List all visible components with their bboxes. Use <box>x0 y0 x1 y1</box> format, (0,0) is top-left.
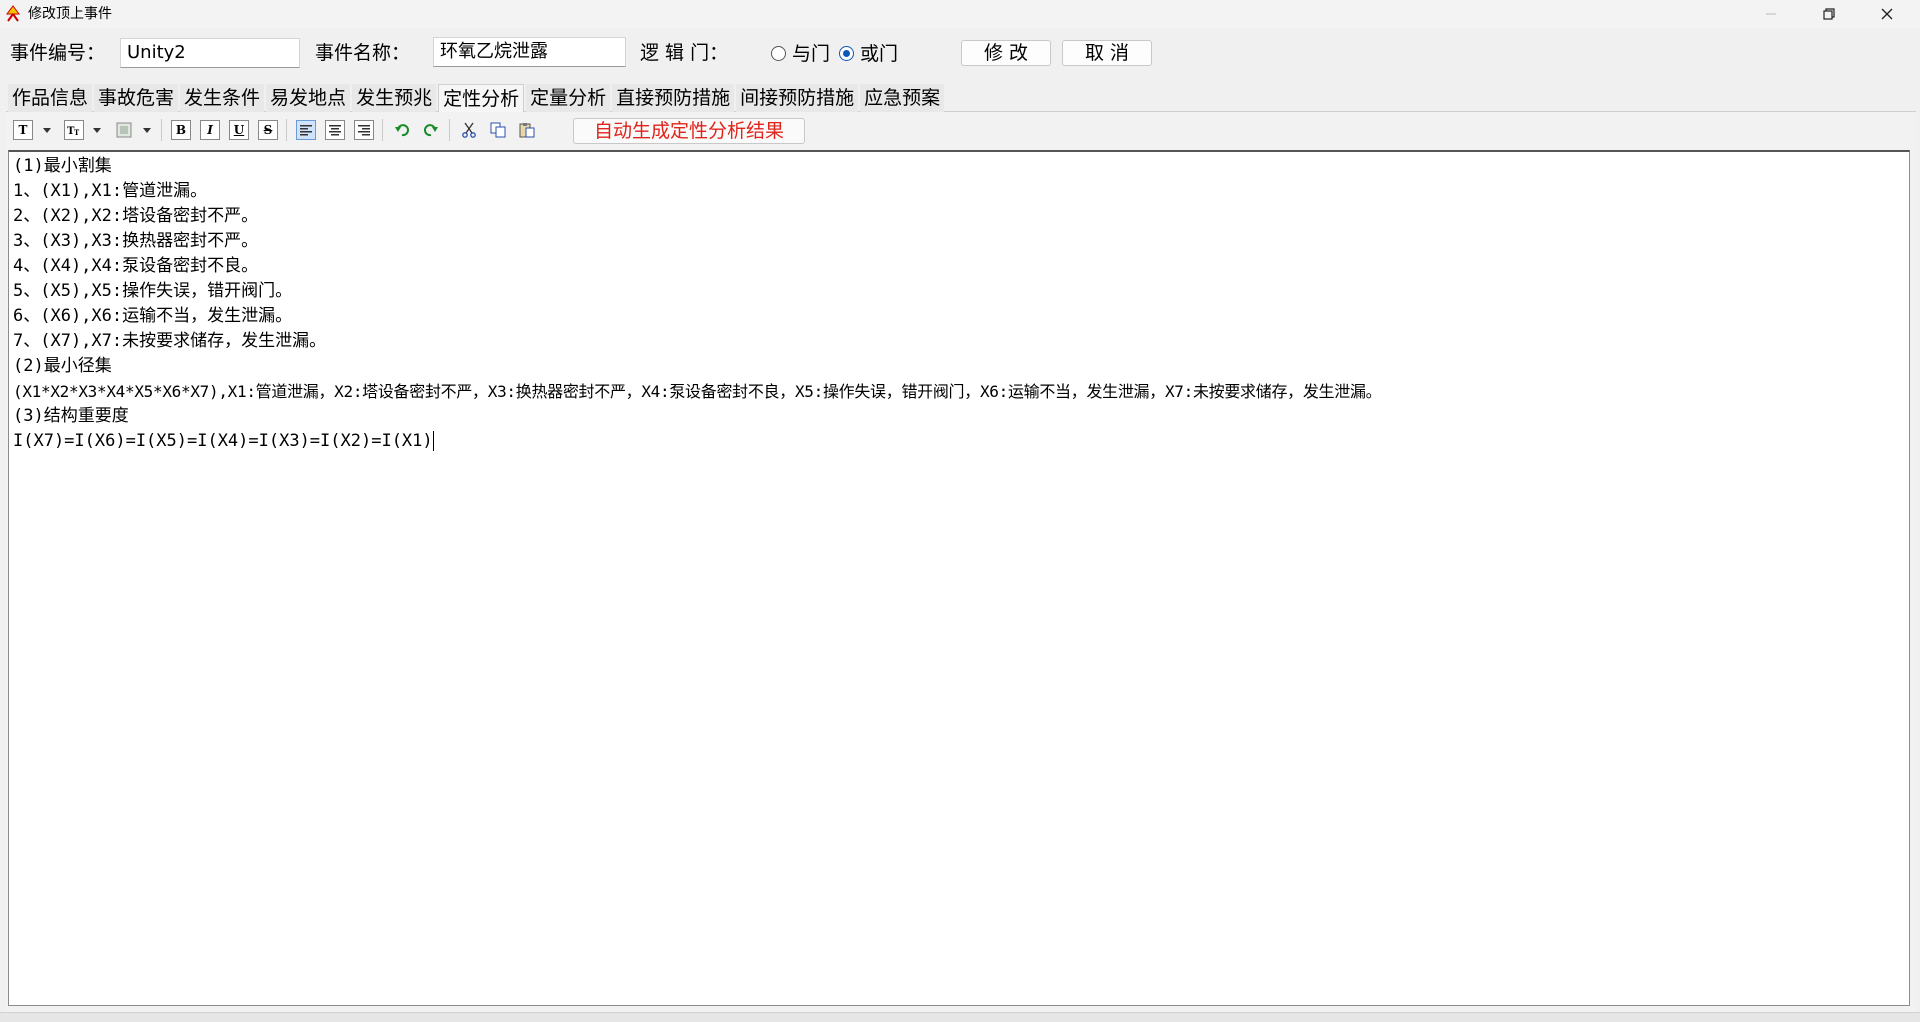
and-gate-label: 与门 <box>792 43 831 65</box>
editor-line-text: I(X7)=I(X6)=I(X5)=I(X4)=I(X3)=I(X2)=I(X1… <box>13 431 433 451</box>
editor-line: (X1*X2*X3*X4*X5*X6*X7),X1:管道泄漏，X2:塔设备密封不… <box>13 382 1382 401</box>
tab-conditions[interactable]: 发生条件 <box>180 84 265 112</box>
close-button[interactable] <box>1858 0 1916 28</box>
editor-line: 6、(X6),X6:运输不当，发生泄漏。 <box>13 306 293 326</box>
align-center-glyph-icon <box>329 125 341 136</box>
tab-warning-signs[interactable]: 发生预兆 <box>352 84 437 112</box>
fault-tree-icon <box>6 5 20 22</box>
tab-qualitative-analysis[interactable]: 定性分析 <box>438 84 525 112</box>
tab-direct-prevention[interactable]: 直接预防措施 <box>612 84 735 112</box>
align-right-icon[interactable] <box>354 120 374 140</box>
tab-locations[interactable]: 易发地点 <box>266 84 351 112</box>
align-center-icon[interactable] <box>325 120 345 140</box>
editor-line: 1、(X1),X1:管道泄漏。 <box>13 181 208 201</box>
svg-text:T: T <box>74 128 80 136</box>
paste-glyph-icon <box>519 123 535 138</box>
editor-line: 7、(X7),X7:未按要求储存，发生泄漏。 <box>13 331 327 351</box>
redo-icon[interactable] <box>421 120 441 140</box>
underline-icon[interactable]: U <box>229 120 249 140</box>
font-dropdown[interactable] <box>40 120 54 140</box>
text-caret <box>432 431 434 451</box>
toolbar-separator <box>382 119 383 141</box>
tab-indirect-prevention[interactable]: 间接预防措施 <box>736 84 859 112</box>
toolbar-separator <box>449 119 450 141</box>
tab-quantitative-analysis[interactable]: 定量分析 <box>526 84 611 112</box>
italic-icon[interactable]: I <box>200 120 220 140</box>
or-gate-label: 或门 <box>860 43 899 65</box>
editor-line: 4、(X4),X4:泵设备密封不良。 <box>13 256 259 276</box>
and-gate-radio[interactable] <box>771 46 786 61</box>
or-gate-radio[interactable] <box>839 46 854 61</box>
bold-icon[interactable]: B <box>171 120 191 140</box>
editor-line: (1)最小割集 <box>13 156 112 176</box>
toolbar-separator <box>286 119 287 141</box>
event-name-label: 事件名称： <box>315 42 411 64</box>
strikethrough-icon[interactable]: S <box>258 120 278 140</box>
editor-line: 3、(X3),X3:换热器密封不严。 <box>13 231 259 251</box>
minimize-icon <box>1766 13 1776 15</box>
editor-line: 2、(X2),X2:塔设备密封不严。 <box>13 206 259 226</box>
cut-glyph-icon <box>462 122 476 138</box>
cancel-button[interactable]: 取 消 <box>1062 40 1152 66</box>
editor-line: 5、(X5),X5:操作失误，错开阀门。 <box>13 281 293 301</box>
modify-button[interactable]: 修 改 <box>961 40 1051 66</box>
editor-last-line: I(X7)=I(X6)=I(X5)=I(X4)=I(X3)=I(X2)=I(X1… <box>13 429 1905 454</box>
editor-line: (3)结构重要度 <box>13 406 129 426</box>
chevron-down-icon <box>143 127 151 133</box>
copy-glyph-icon <box>490 122 506 138</box>
editor-line: (2)最小径集 <box>13 356 112 376</box>
event-id-field[interactable]: Unity2 <box>120 38 300 68</box>
auto-generate-qualitative-button[interactable]: 自动生成定性分析结果 <box>573 118 805 144</box>
highlight-color-dropdown[interactable] <box>140 120 154 140</box>
font-size-glyph-icon: TT <box>67 126 80 136</box>
tab-strip: 作品信息 事故危害 发生条件 易发地点 发生预兆 定性分析 定量分析 直接预防措… <box>8 84 946 112</box>
align-left-glyph-icon <box>300 125 312 136</box>
paste-icon[interactable] <box>517 120 537 140</box>
redo-glyph-icon <box>424 124 438 137</box>
align-left-icon[interactable] <box>296 120 316 140</box>
highlight-color-icon[interactable] <box>114 120 134 140</box>
copy-icon[interactable] <box>488 120 508 140</box>
event-id-label: 事件编号： <box>10 42 106 64</box>
tab-emergency-plan[interactable]: 应急预案 <box>860 84 945 112</box>
chevron-down-icon <box>43 127 51 133</box>
restore-button[interactable] <box>1800 0 1858 28</box>
font-size-icon[interactable]: TT <box>64 120 84 140</box>
title-bar: 修改顶上事件 <box>0 0 1920 28</box>
tab-accident-hazard[interactable]: 事故危害 <box>94 84 179 112</box>
logic-gate-label: 逻 辑 门： <box>640 42 729 64</box>
highlight-color-glyph-icon <box>116 122 132 138</box>
window-title: 修改顶上事件 <box>28 6 112 22</box>
font-size-dropdown[interactable] <box>90 120 104 140</box>
toolbar-separator <box>161 119 162 141</box>
font-icon[interactable]: T <box>13 120 33 140</box>
tab-work-info[interactable]: 作品信息 <box>8 84 93 112</box>
align-right-glyph-icon <box>358 125 370 136</box>
cut-icon[interactable] <box>459 120 479 140</box>
undo-icon[interactable] <box>392 120 412 140</box>
close-icon <box>1881 8 1893 20</box>
restore-icon <box>1823 8 1835 20</box>
undo-glyph-icon <box>395 124 409 137</box>
event-name-field[interactable]: 环氧乙烷泄露 <box>433 37 626 67</box>
chevron-down-icon <box>93 127 101 133</box>
qualitative-analysis-editor[interactable]: (1)最小割集 1、(X1),X1:管道泄漏。 2、(X2),X2:塔设备密封不… <box>8 150 1910 1006</box>
minimize-button[interactable] <box>1742 0 1800 28</box>
